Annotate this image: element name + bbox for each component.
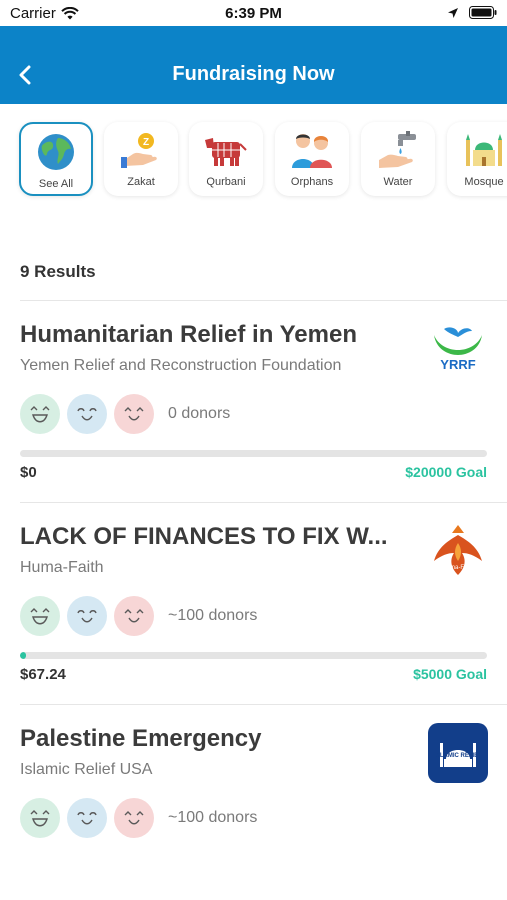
smiley-face-icon: [114, 394, 154, 434]
results-count: 9 Results: [20, 262, 96, 281]
campaign-card[interactable]: Humanitarian Relief in Yemen Yemen Relie…: [0, 301, 507, 501]
amount-raised: $0: [20, 464, 37, 481]
category-qurbani[interactable]: Qurbani: [189, 122, 263, 196]
logo-text: Huma-Faith: [442, 565, 473, 571]
campaign-card[interactable]: Palestine Emergency Islamic Relief USA I…: [0, 705, 507, 900]
category-label: Orphans: [290, 176, 334, 188]
nav-bar: Fundraising Now: [0, 26, 507, 104]
smiley-face-icon: [67, 798, 107, 838]
donor-count: ~100 donors: [168, 607, 258, 624]
logo-text: YRRF: [440, 357, 475, 372]
campaign-organization: Huma-Faith: [20, 559, 104, 576]
mosque-icon: [462, 128, 506, 172]
category-label: Water: [383, 176, 413, 188]
amount-raised: $67.24: [20, 666, 66, 683]
progress-bar: [20, 652, 487, 659]
status-time: 6:39 PM: [225, 5, 282, 22]
donor-avatars: [20, 394, 154, 434]
smiley-face-icon: [67, 596, 107, 636]
category-label: See All: [38, 178, 74, 190]
progress-bar: [20, 450, 487, 457]
globe-icon: [34, 130, 78, 174]
location-arrow-icon: [448, 7, 458, 18]
category-label: Zakat: [127, 176, 155, 188]
smiley-face-icon: [67, 394, 107, 434]
organization-logo: YRRF: [428, 319, 488, 379]
category-zakat[interactable]: Z Zakat: [104, 122, 178, 196]
zakat-coin-hand-icon: Z: [119, 128, 163, 172]
page-title: Fundraising Now: [172, 63, 335, 85]
cow-icon: [204, 128, 248, 172]
smiley-face-icon: [20, 596, 60, 636]
category-water[interactable]: Water: [361, 122, 435, 196]
category-see-all[interactable]: See All: [19, 122, 93, 196]
smiley-face-icon: [20, 798, 60, 838]
donor-count: ~100 donors: [168, 809, 258, 826]
category-mosque[interactable]: Mosque: [447, 122, 507, 196]
smiley-face-icon: [114, 596, 154, 636]
category-strip[interactable]: See All Z Zakat Qurbani Orphans Water Mo…: [0, 104, 507, 214]
campaign-organization: Islamic Relief USA: [20, 761, 153, 778]
svg-text:Z: Z: [143, 137, 149, 148]
logo-text: ISLAMIC RELIEF: [434, 753, 482, 759]
smiley-face-icon: [114, 798, 154, 838]
campaign-organization: Yemen Relief and Reconstruction Foundati…: [20, 357, 342, 374]
donor-count: 0 donors: [168, 405, 231, 422]
category-label: Mosque: [464, 176, 504, 188]
donor-avatars: [20, 798, 154, 838]
progress-fill: [20, 652, 27, 659]
category-orphans[interactable]: Orphans: [275, 122, 349, 196]
goal-amount: $20000 Goal: [405, 464, 487, 480]
category-label: Qurbani: [206, 176, 246, 188]
status-indicators: [447, 6, 497, 19]
campaign-title: Humanitarian Relief in Yemen: [20, 321, 357, 348]
smiley-face-icon: [20, 394, 60, 434]
campaign-title: LACK OF FINANCES TO FIX W...: [20, 523, 388, 550]
organization-logo: ISLAMIC RELIEF: [428, 723, 488, 783]
children-icon: [290, 128, 334, 172]
campaign-card[interactable]: LACK OF FINANCES TO FIX W... Huma-Faith …: [0, 503, 507, 703]
goal-amount: $5000 Goal: [413, 666, 487, 682]
campaign-title: Palestine Emergency: [20, 725, 262, 752]
status-bar: Carrier 6:39 PM: [0, 0, 507, 26]
organization-logo: Huma-Faith: [428, 521, 488, 581]
donor-avatars: [20, 596, 154, 636]
battery-icon: [469, 6, 497, 19]
water-tap-icon: [376, 128, 420, 172]
